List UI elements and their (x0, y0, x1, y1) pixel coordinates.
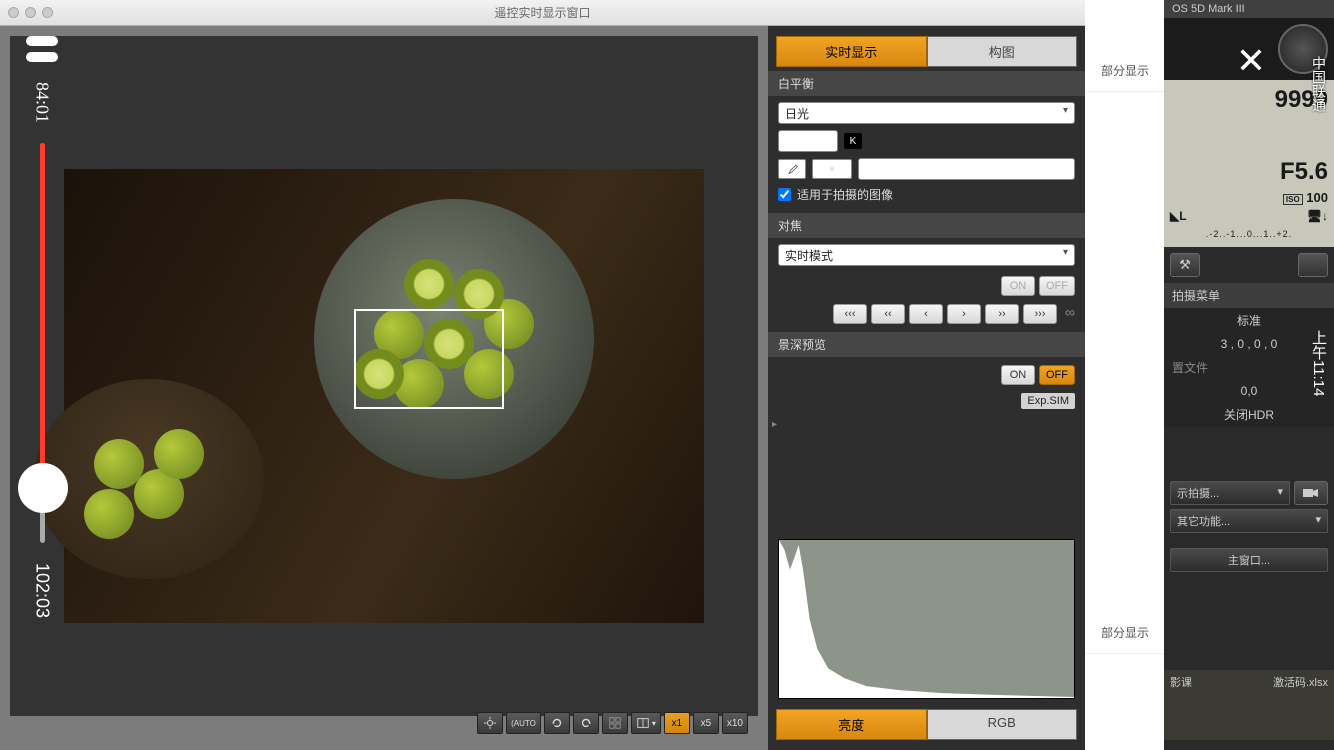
focus-rectangle[interactable] (354, 309, 504, 409)
dof-header: 景深预览 (768, 332, 1085, 357)
dof-on-button[interactable]: ON (1001, 365, 1035, 385)
tab-compose[interactable]: 构图 (927, 36, 1078, 67)
video-button[interactable] (1294, 481, 1328, 505)
kelvin-badge: K (844, 133, 862, 149)
wb-small-select[interactable]: ▾ (812, 159, 852, 179)
zoom-5x-button[interactable]: x5 (693, 712, 719, 734)
rotate-ccw-button[interactable] (544, 712, 570, 734)
titlebar: 遥控实时显示窗口 (0, 0, 1085, 26)
strip-partial-1[interactable]: 部分显示 (1085, 50, 1165, 92)
cam-right-button[interactable] (1298, 253, 1328, 277)
preview-area: (AUTO ▾ x1 x5 x10 (0, 26, 768, 750)
pc-icon: 🖥↓ (1307, 209, 1328, 223)
apply-label: 适用于拍摄的图像 (797, 186, 893, 203)
wb-value-input[interactable] (858, 158, 1075, 180)
close-x-icon[interactable]: ✕ (1236, 40, 1266, 82)
infinity-icon: ∞ (1065, 304, 1075, 324)
focus-seek-3[interactable]: › (947, 304, 981, 324)
main-window-button[interactable]: 主窗口... (1170, 548, 1328, 572)
preview-canvas[interactable] (10, 36, 758, 716)
camera-model: OS 5D Mark III (1164, 0, 1334, 18)
expand-caret[interactable]: ▸ (772, 419, 1081, 430)
window-title: 遥控实时显示窗口 (494, 4, 590, 21)
histogram-tab-brightness[interactable]: 亮度 (776, 709, 927, 740)
strip-partial-2[interactable]: 部分显示 (1085, 612, 1165, 654)
apply-checkbox-input[interactable] (778, 188, 791, 201)
desk-file-1[interactable]: 激活码.xlsx (1273, 674, 1328, 690)
focus-seek-2[interactable]: ‹ (909, 304, 943, 324)
iso-value: 100 (1306, 190, 1328, 205)
preview-toolbar: (AUTO ▾ x1 x5 x10 (477, 710, 748, 736)
traffic-lights[interactable] (8, 7, 53, 18)
focus-seek-0[interactable]: ‹‹‹ (833, 304, 867, 324)
apply-to-shot-checkbox[interactable]: 适用于拍摄的图像 (778, 186, 1075, 203)
histogram-tab-rgb[interactable]: RGB (927, 709, 1078, 740)
exposure-scale: .-2..-1...0...1..+2. (1170, 225, 1328, 243)
tools-button[interactable]: ⚒ (1170, 253, 1200, 277)
carrier-label: 中国联通 (1309, 56, 1329, 112)
focus-seek-5[interactable]: ››› (1023, 304, 1057, 324)
wb-preset-select[interactable]: 日光 (778, 102, 1075, 124)
aperture-value: F5.6 (1280, 158, 1328, 186)
time-of-day: 上午11:14 (1308, 330, 1329, 396)
focus-off-button[interactable]: OFF (1039, 276, 1075, 296)
focus-seek-1[interactable]: ‹‹ (871, 304, 905, 324)
eyedropper-button[interactable] (778, 159, 806, 179)
desk-file-2[interactable]: 影课 (1170, 674, 1192, 690)
focus-header: 对焦 (768, 213, 1085, 238)
exp-sim-badge: Exp.SIM (1021, 393, 1075, 409)
focus-on-button[interactable]: ON (1001, 276, 1035, 296)
wb-header: 白平衡 (768, 71, 1085, 96)
aspect-button[interactable]: ▾ (631, 712, 661, 734)
histogram (778, 539, 1075, 699)
dof-off-button[interactable]: OFF (1039, 365, 1075, 385)
other-functions-select[interactable]: 其它功能... (1170, 509, 1328, 533)
tab-live-view[interactable]: 实时显示 (776, 36, 927, 67)
zoom-1x-button[interactable]: x1 (664, 712, 690, 734)
hdr-setting[interactable]: 关闭HDR (1164, 402, 1334, 427)
zoom-10x-button[interactable]: x10 (722, 712, 748, 734)
quality-value: ◣L (1170, 209, 1187, 223)
auto-button[interactable]: (AUTO (506, 712, 541, 734)
wb-kelvin-input[interactable] (778, 130, 838, 152)
focus-mode-select[interactable]: 实时模式 (778, 244, 1075, 266)
side-strip: 部分显示 部分显示 (1085, 0, 1165, 750)
live-photo (64, 169, 704, 623)
grid-button[interactable] (602, 712, 628, 734)
focus-seek-4[interactable]: ›› (985, 304, 1019, 324)
shoot-menu-header: 拍摄菜单 (1164, 283, 1334, 308)
rotate-cw-button[interactable] (573, 712, 599, 734)
iso-label: ISO (1283, 194, 1303, 205)
show-shoot-select[interactable]: 示拍摄... (1170, 481, 1290, 505)
center-focus-button[interactable] (477, 712, 503, 734)
